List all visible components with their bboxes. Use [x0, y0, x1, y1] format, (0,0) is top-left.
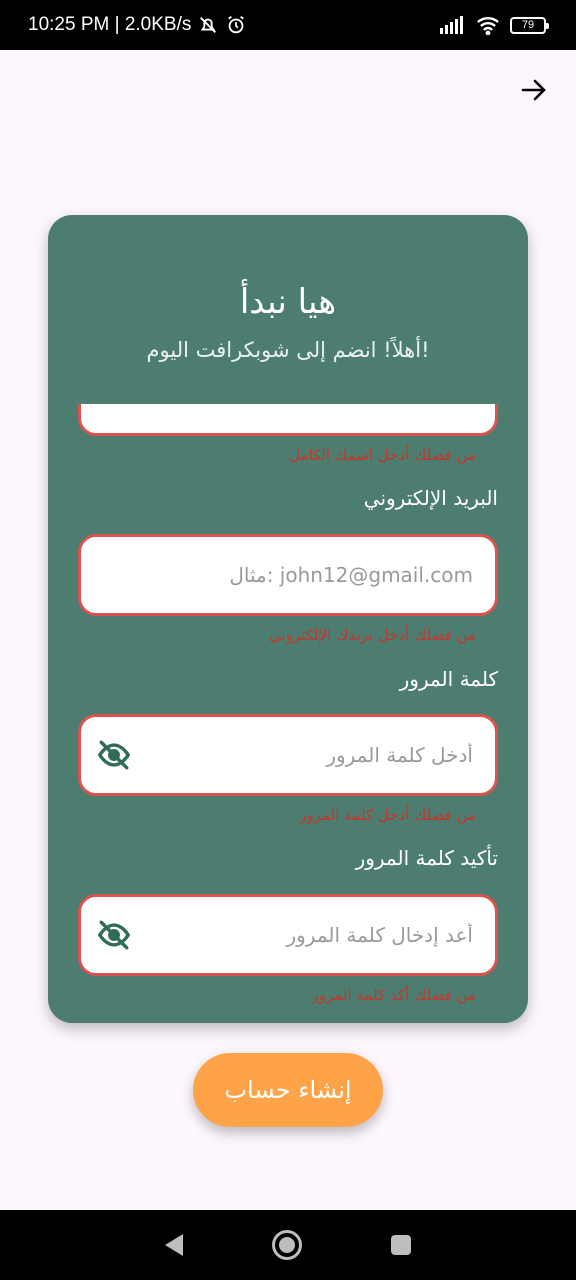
password-field-box[interactable] — [78, 714, 498, 796]
form-scroll-area[interactable]: من فضلك أدخل اسمك الكامل البريد الإلكترو… — [48, 404, 528, 1023]
eye-off-icon[interactable] — [97, 918, 131, 952]
eye-off-icon[interactable] — [97, 738, 131, 772]
confirm-password-field-box[interactable] — [78, 894, 498, 976]
battery-icon: 79 — [510, 16, 549, 34]
nav-recents-icon[interactable] — [391, 1235, 412, 1255]
status-bar: 10:25 PM | 2.0KB/s 79 — [0, 0, 576, 50]
signal-icon — [440, 16, 463, 34]
password-field[interactable] — [103, 743, 473, 767]
alarm-icon — [228, 15, 245, 34]
nav-back-icon[interactable] — [164, 1234, 183, 1256]
create-account-button[interactable]: إنشاء حساب — [193, 1053, 383, 1127]
confirm-password-field[interactable] — [103, 923, 473, 947]
email-label: البريد الإلكتروني — [363, 486, 498, 510]
email-field[interactable] — [103, 563, 473, 587]
nav-home-icon[interactable] — [271, 1230, 302, 1260]
password-label: كلمة المرور — [399, 667, 498, 691]
back-arrow-icon[interactable] — [518, 74, 550, 106]
full-name-error: من فضلك أدخل اسمك الكامل — [289, 446, 476, 464]
status-time: 10:25 PM | 2.0KB/s — [28, 14, 192, 35]
page-title: هيا نبدأ — [239, 282, 337, 322]
mute-notifications-icon — [200, 17, 217, 33]
page-subtitle: أهلاً! انضم إلى شوبكرافت اليوم! — [146, 338, 430, 362]
system-nav-bar — [0, 1210, 576, 1280]
email-error: من فضلك أدخل بريدك الإلكتروني — [269, 626, 476, 644]
password-error: من فضلك أدخل كلمة المرور — [299, 806, 476, 824]
full-name-field[interactable] — [78, 404, 498, 436]
confirm-password-label: تأكيد كلمة المرور — [355, 846, 498, 870]
confirm-password-error: من فضلك أكد كلمة المرور — [311, 986, 477, 1004]
status-right: 79 — [440, 15, 549, 35]
status-left: 10:25 PM | 2.0KB/s — [28, 14, 247, 36]
wifi-icon — [477, 17, 499, 35]
email-field-box[interactable] — [78, 534, 498, 616]
